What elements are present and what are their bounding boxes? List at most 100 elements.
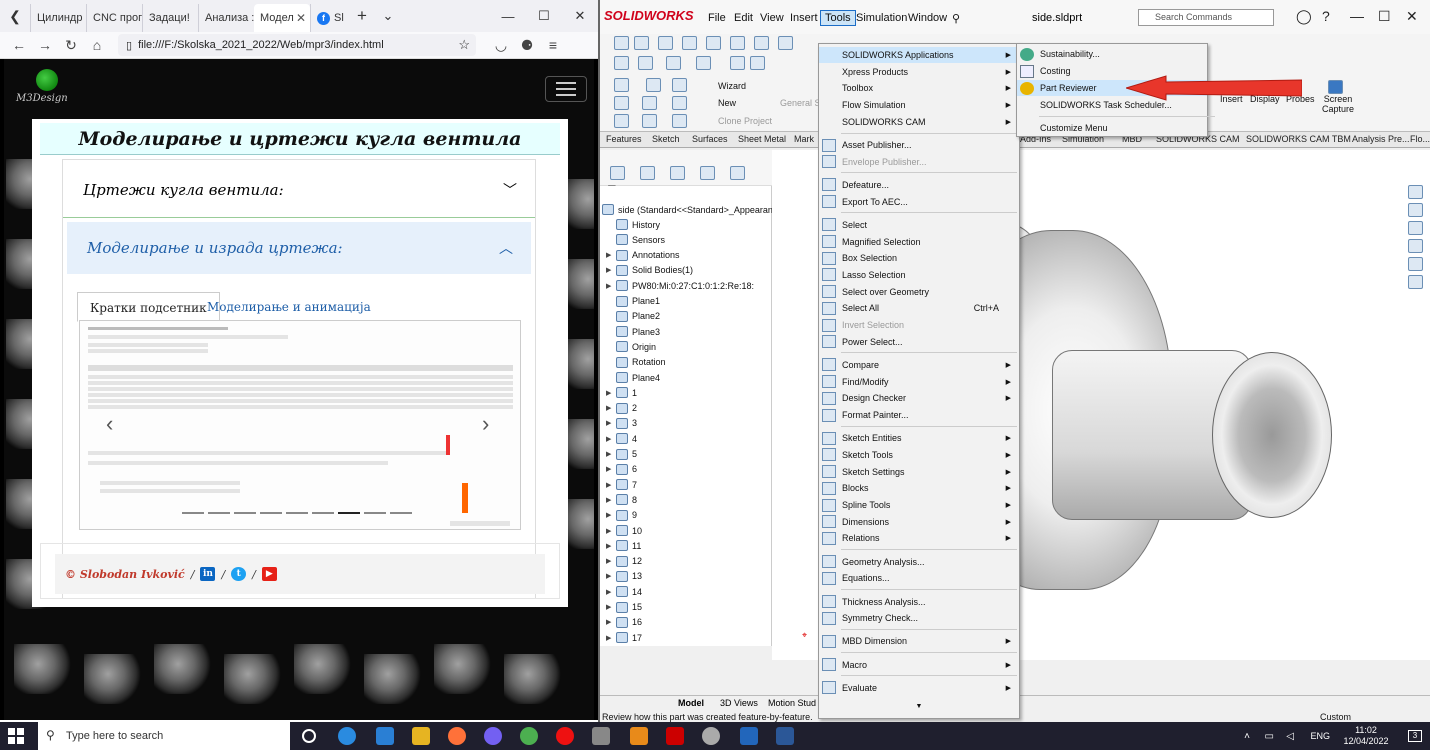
tree-item[interactable]: ▶ 15 [606,600,642,615]
wizard-button[interactable]: Wizard [718,81,746,91]
tree-item[interactable]: ▶ PW80:Mi:0:27:C1:0:1:2:Re:18: [606,278,754,293]
tree-item[interactable]: ▶ 10 [606,523,642,538]
toolbar-icon[interactable] [730,36,745,50]
tab-model[interactable]: Model [678,698,704,708]
carousel-indicator[interactable] [260,512,282,514]
tools-menu-item[interactable]: Sketch Tools ▶ [819,447,1019,463]
user-icon[interactable]: ◯ [1296,8,1312,25]
carousel-indicator[interactable] [312,512,334,514]
site-logo[interactable]: M3Design [14,67,84,107]
browser-tab[interactable]: Задаци! [142,4,198,32]
toolbar-icon[interactable] [672,78,687,92]
feature-manager-icon[interactable] [610,166,625,180]
tree-item[interactable]: Plane4 [606,370,660,385]
options-gear-icon[interactable] [642,114,657,128]
browser-tab-active[interactable]: Модел ✕ [254,4,310,32]
pocket-icon[interactable]: ◡ [488,37,514,54]
tab-list-icon[interactable]: ⌄ [376,8,400,24]
tools-menu-item[interactable]: Export To AEC... [819,194,1019,210]
menu-item-sustainability[interactable]: Sustainability... [1017,46,1217,62]
expand-arrow-icon[interactable]: ▶ [606,527,616,535]
tab-analysis-prep[interactable]: Analysis Pre... [1352,134,1410,144]
toolbar-icon[interactable] [778,36,793,50]
tree-item[interactable]: ▶ 9 [606,508,637,523]
chrome-icon[interactable] [520,727,538,745]
tab-sketch[interactable]: Sketch [652,134,680,144]
close-tab-icon[interactable]: ✕ [296,11,306,25]
toolbar-icon[interactable] [672,96,687,110]
carousel-indicator[interactable] [390,512,412,514]
menu-insert[interactable]: Insert [790,12,818,24]
save-icon[interactable] [646,78,661,92]
tools-menu-item[interactable]: Dimensions ▶ [819,514,1019,530]
rebuild-icon[interactable] [730,56,745,70]
tab-scroll-left-icon[interactable]: ❮ [0,0,30,32]
tools-menu-item[interactable]: Blocks ▶ [819,480,1019,496]
menu-view[interactable]: View [760,12,784,24]
expand-arrow-icon[interactable]: ▶ [606,634,616,642]
twitter-icon[interactable]: t [231,567,247,581]
solidworks-icon[interactable] [666,727,684,745]
open-icon[interactable] [614,114,629,128]
menu-item-customize[interactable]: Customize Menu [1017,120,1217,136]
tray-chevron-icon[interactable]: ˄ [1244,731,1250,742]
tree-item[interactable]: ▶ 17 [606,630,642,645]
tree-item[interactable]: ▶ 8 [606,492,637,507]
expand-arrow-icon[interactable]: ▶ [606,572,616,580]
tree-item[interactable]: ▶ 6 [606,462,637,477]
expand-arrow-icon[interactable]: ▶ [606,465,616,473]
expand-arrow-icon[interactable]: ▶ [606,435,616,443]
taskbar-search-input[interactable]: ⚲ Type here to search [38,722,290,750]
expand-arrow-icon[interactable]: ▶ [606,450,616,458]
linkedin-icon[interactable]: in [200,567,216,581]
tools-menu-item[interactable]: Macro ▶ [819,657,1019,673]
expand-arrow-icon[interactable]: ▶ [606,496,616,504]
tab-modeling-animation[interactable]: Моделирање и анимација [195,292,383,322]
new-button[interactable]: New [718,98,736,108]
windows-start-icon[interactable] [8,728,24,744]
accordion-header-drawings[interactable]: Цртежи кугла вентила: ﹀ [63,162,535,218]
expand-arrow-icon[interactable]: ▶ [606,511,616,519]
app-icon[interactable] [702,727,720,745]
tab-3d-views[interactable]: 3D Views [720,698,758,708]
carousel-next-icon[interactable]: › [482,411,489,437]
tree-item[interactable]: ▶ Solid Bodies(1) [606,263,693,278]
carousel-indicator-active[interactable] [338,512,360,514]
tree-item[interactable]: ▶ 14 [606,584,642,599]
toolbar-icon[interactable] [672,114,687,128]
tools-menu-item[interactable]: SOLIDWORKS Applications ▶ [819,47,1019,63]
pin-icon[interactable]: ⚲ [952,12,960,25]
tools-menu-item[interactable]: Format Painter... [819,407,1019,423]
expand-arrow-icon[interactable]: ▶ [606,542,616,550]
toolbar-icon[interactable] [634,36,649,50]
tools-menu-item[interactable]: Power Select... [819,334,1019,350]
tree-item[interactable]: Rotation [606,355,666,370]
extensions-icon[interactable]: ⚈ [514,37,540,54]
tab-sheet-metal[interactable]: Sheet Metal [738,134,786,144]
browser-tab[interactable]: Цилиндр [30,4,86,32]
menu-tools[interactable]: Tools [820,10,856,26]
carousel-indicator[interactable] [286,512,308,514]
notifications-icon[interactable]: 3 [1408,730,1422,742]
tools-menu-item[interactable]: Sketch Settings ▶ [819,464,1019,480]
configuration-manager-icon[interactable] [670,166,685,180]
tools-menu-item[interactable]: Symmetry Check... [819,610,1019,626]
tools-menu-item[interactable]: MBD Dimension ▶ [819,633,1019,649]
appearances-icon[interactable] [1408,257,1423,271]
tools-menu-item[interactable]: Geometry Analysis... [819,554,1019,570]
tree-item[interactable]: ▶ 13 [606,569,642,584]
file-explorer-icon[interactable] [1408,221,1423,235]
tools-menu-item[interactable]: Box Selection [819,250,1019,266]
volume-icon[interactable]: ◁ [1286,731,1294,742]
custom-properties-icon[interactable] [1408,275,1423,289]
screen-capture-button[interactable]: Screen Capture [1318,94,1358,114]
menu-scroll-down-icon[interactable]: ▼ [819,699,1019,715]
tools-menu-item[interactable]: Defeature... [819,177,1019,193]
new-tab-icon[interactable]: + [348,6,376,26]
tree-item[interactable]: ▶ 16 [606,615,642,630]
menu-simulation[interactable]: Simulation [856,12,907,24]
close-window-icon[interactable]: ✕ [562,8,598,24]
tools-menu-item[interactable]: Flow Simulation ▶ [819,97,1019,113]
carousel-indicator[interactable] [234,512,256,514]
sw-resources-icon[interactable] [1408,185,1423,199]
